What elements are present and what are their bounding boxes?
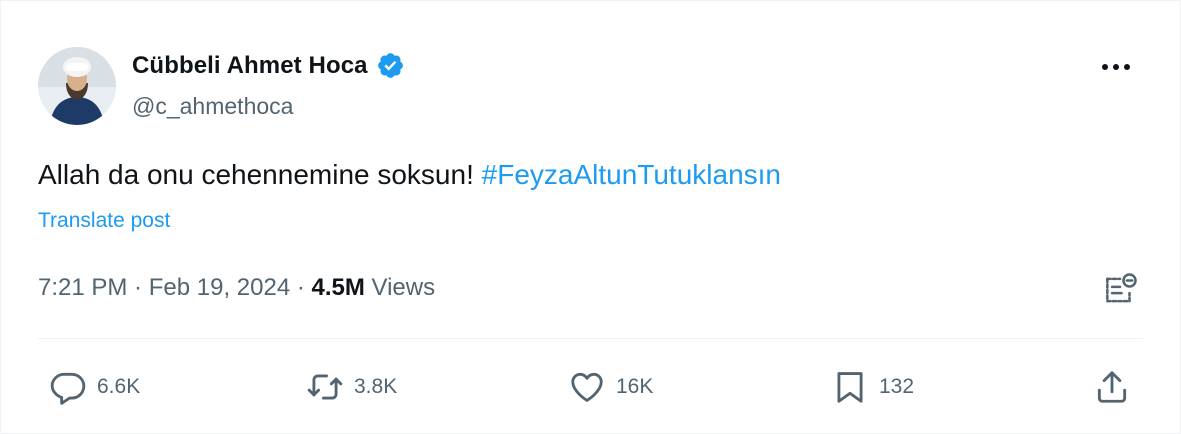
repost-icon <box>307 374 343 400</box>
tweet-card: Cübbeli Ahmet Hoca @c_ahmethoca Allah da… <box>0 0 1181 434</box>
author-display-name[interactable]: Cübbeli Ahmet Hoca <box>132 52 368 80</box>
avatar-photo <box>38 47 116 125</box>
bookmark-icon <box>837 372 863 403</box>
share-icon <box>1097 371 1127 403</box>
hashtag-link[interactable]: #FeyzaAltunTutuklansın <box>482 159 781 190</box>
views-count: 4.5M <box>311 274 365 301</box>
author-name-row: Cübbeli Ahmet Hoca <box>132 51 405 80</box>
meta-separator: · <box>127 274 149 301</box>
share-button[interactable] <box>1093 361 1131 413</box>
post-text: Allah da onu cehennemine soksun! #FeyzaA… <box>38 159 781 191</box>
views-label: Views <box>364 274 436 301</box>
author-handle[interactable]: @c_ahmethoca <box>132 93 293 120</box>
divider <box>38 338 1143 339</box>
repost-count: 3.8K <box>354 375 398 398</box>
more-dot <box>1113 64 1119 70</box>
more-dot <box>1124 64 1130 70</box>
reply-icon <box>50 372 86 405</box>
post-body: Allah da onu cehennemine soksun! <box>38 159 482 190</box>
more-dot <box>1102 64 1108 70</box>
bookmark-button[interactable]: 132 <box>831 361 914 413</box>
translate-post-link[interactable]: Translate post <box>38 209 170 233</box>
more-dots-icon[interactable] <box>1102 61 1142 73</box>
avatar[interactable] <box>38 47 116 125</box>
reply-button[interactable]: 6.6K <box>49 361 140 413</box>
post-date[interactable]: Feb 19, 2024 <box>149 274 290 301</box>
like-button[interactable]: 16K <box>568 361 653 413</box>
post-meta: 7:21 PM · Feb 19, 2024 · 4.5M Views <box>38 274 435 302</box>
heart-icon <box>571 372 603 402</box>
meta-separator: · <box>290 274 312 301</box>
verified-badge-icon[interactable] <box>376 51 405 80</box>
analytics-icon[interactable] <box>1101 271 1139 309</box>
bookmark-count: 132 <box>879 375 915 398</box>
like-count: 16K <box>616 375 654 398</box>
reply-count: 6.6K <box>97 375 141 398</box>
repost-button[interactable]: 3.8K <box>306 361 397 413</box>
action-bar: 6.6K 3.8K 16K 132 <box>1 361 1181 413</box>
post-time[interactable]: 7:21 PM <box>38 274 127 301</box>
